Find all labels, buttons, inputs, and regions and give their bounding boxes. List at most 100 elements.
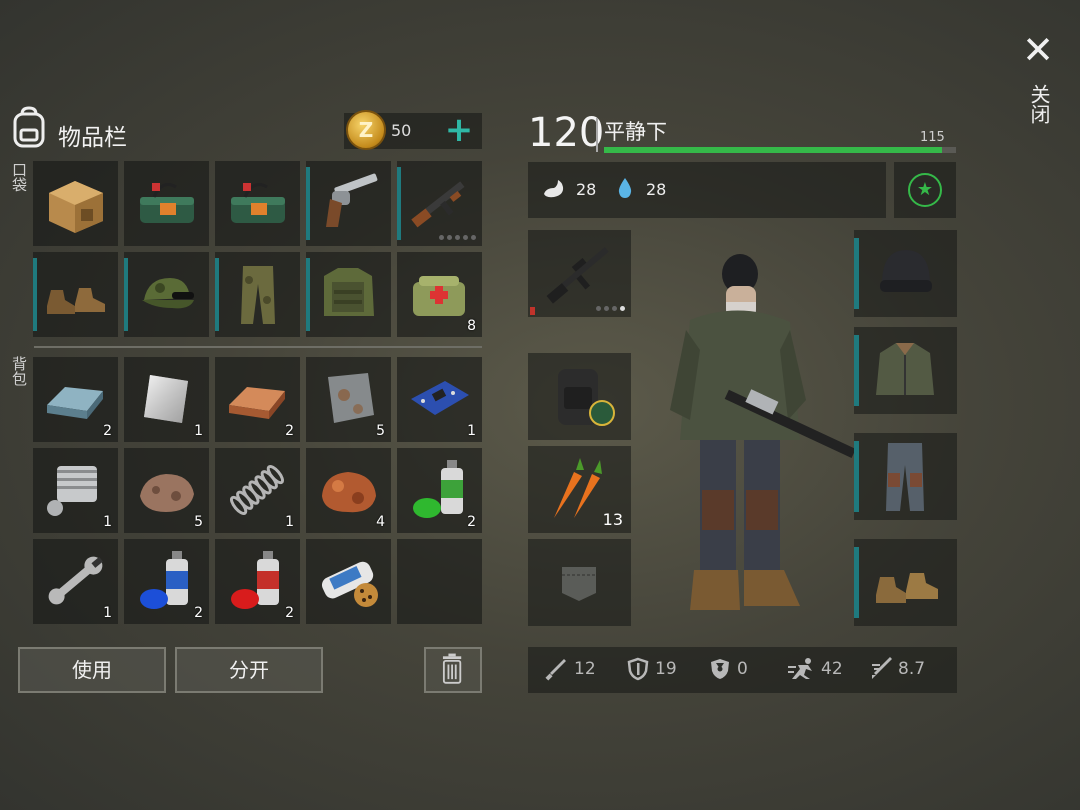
radiation-icon (711, 659, 729, 679)
attack-value: 12 (574, 659, 596, 679)
pocket-equip-slot[interactable] (528, 539, 631, 626)
first-aid-bag-icon (413, 276, 465, 316)
level-separator (596, 118, 598, 152)
backpack-equip-slot[interactable] (528, 353, 631, 440)
coin-icon (346, 110, 386, 150)
radiation-value: 0 (737, 659, 748, 679)
red-spray-paint-icon (231, 551, 279, 609)
dynamite-bundle-icon (231, 183, 285, 223)
backpack-label: 背包 (10, 356, 28, 386)
pocket-slot[interactable] (397, 161, 482, 246)
camo-pants-icon (886, 443, 924, 511)
pocket-slot[interactable] (33, 161, 118, 246)
item-quantity: 5 (376, 423, 385, 439)
item-quantity: 1 (194, 423, 203, 439)
item-quantity: 2 (467, 514, 476, 530)
dynamite-bundle-icon (140, 183, 194, 223)
stomach-icon (544, 180, 564, 198)
boots-icon (47, 288, 105, 314)
backpack-slot[interactable]: 4 (306, 448, 391, 533)
pocket-slot[interactable] (215, 161, 300, 246)
pocket-slot[interactable] (33, 252, 118, 337)
armored-vest-icon (324, 268, 374, 316)
item-quantity: 5 (194, 514, 203, 530)
speed-value: 42 (821, 659, 843, 679)
head-slot[interactable] (854, 230, 957, 317)
attack-icon (545, 659, 566, 681)
pocket-slot[interactable] (306, 252, 391, 337)
defense-value: 19 (655, 659, 677, 679)
backpack-slot[interactable]: 1 (124, 357, 209, 442)
item-quantity: 2 (285, 605, 294, 621)
mood-status: 平静下 (604, 120, 667, 144)
durability-dots (596, 306, 625, 311)
close-icon[interactable]: ✕ (1018, 30, 1058, 70)
durability-dots (439, 235, 476, 240)
item-quantity: 1 (103, 605, 112, 621)
pocket-slot-icon (562, 567, 596, 601)
legs-slot[interactable] (854, 433, 957, 520)
tactical-backpack-icon (558, 369, 615, 426)
stealth-icon (872, 657, 892, 679)
engine-cylinder-icon (47, 466, 97, 516)
copper-ore-icon (322, 472, 376, 513)
backpack-slot[interactable]: 2 (397, 448, 482, 533)
close-label[interactable]: 关闭 (1027, 84, 1051, 124)
star-icon[interactable]: ★ (908, 173, 942, 207)
trash-button[interactable] (424, 647, 482, 693)
pocket-slot[interactable] (215, 252, 300, 337)
circuit-board-icon (411, 381, 469, 415)
green-spray-paint-icon (413, 460, 463, 518)
use-button[interactable]: 使用 (18, 647, 166, 693)
copper-ingot-icon (229, 387, 285, 419)
quick-slot[interactable]: 13 (528, 446, 631, 533)
backpack-slot[interactable]: 1 (215, 448, 300, 533)
wrench-icon (48, 556, 103, 605)
pockets-label: 口袋 (10, 162, 28, 192)
section-divider (34, 346, 482, 348)
split-button[interactable]: 分开 (175, 647, 323, 693)
item-quantity: 1 (285, 514, 294, 530)
assault-rifle-icon (411, 181, 465, 228)
blue-spray-paint-icon (140, 551, 188, 609)
item-quantity: 1 (467, 423, 476, 439)
backpack-slot[interactable]: 2 (33, 357, 118, 442)
add-coins-button[interactable]: + (444, 111, 474, 149)
item-quantity: 8 (467, 318, 476, 334)
backpack-slot[interactable]: 5 (124, 448, 209, 533)
hunger-value: 28 (576, 180, 597, 199)
backpack-slot[interactable] (306, 539, 391, 624)
camo-pants-icon (241, 266, 275, 324)
stone-ore-icon (140, 474, 194, 512)
body-slot[interactable] (854, 327, 957, 414)
defense-icon (627, 657, 649, 681)
health-bar-fill (604, 147, 942, 153)
backpack-slot[interactable]: 2 (215, 357, 300, 442)
trash-icon (442, 653, 462, 684)
pocket-slot[interactable] (306, 161, 391, 246)
pocket-slot[interactable] (124, 252, 209, 337)
backpack-slot[interactable]: 1 (397, 357, 482, 442)
backpack-slot[interactable]: 2 (124, 539, 209, 624)
item-quantity: 2 (194, 605, 203, 621)
spring-icon (229, 464, 285, 516)
backpack-slot-empty[interactable] (397, 539, 482, 624)
stealth-value: 8.7 (898, 659, 926, 679)
pocket-slot[interactable] (124, 161, 209, 246)
bomber-jacket-icon (876, 343, 934, 395)
backpack-slot[interactable]: 2 (215, 539, 300, 624)
backpack-slot[interactable]: 5 (306, 357, 391, 442)
weapon-slot[interactable] (528, 230, 631, 317)
feet-slot[interactable] (854, 539, 957, 626)
pocket-slot[interactable]: 8 (397, 252, 482, 337)
m16-rifle-icon (546, 247, 609, 304)
backpack-slot[interactable]: 1 (33, 448, 118, 533)
item-quantity: 13 (602, 510, 623, 529)
item-quantity: 2 (103, 423, 112, 439)
health-value: 115 (920, 130, 945, 145)
steel-ingot-icon (47, 387, 103, 419)
thirst-value: 28 (646, 180, 667, 199)
backpack-slot[interactable]: 1 (33, 539, 118, 624)
coin-count: 50 (391, 121, 412, 140)
item-quantity: 4 (376, 514, 385, 530)
